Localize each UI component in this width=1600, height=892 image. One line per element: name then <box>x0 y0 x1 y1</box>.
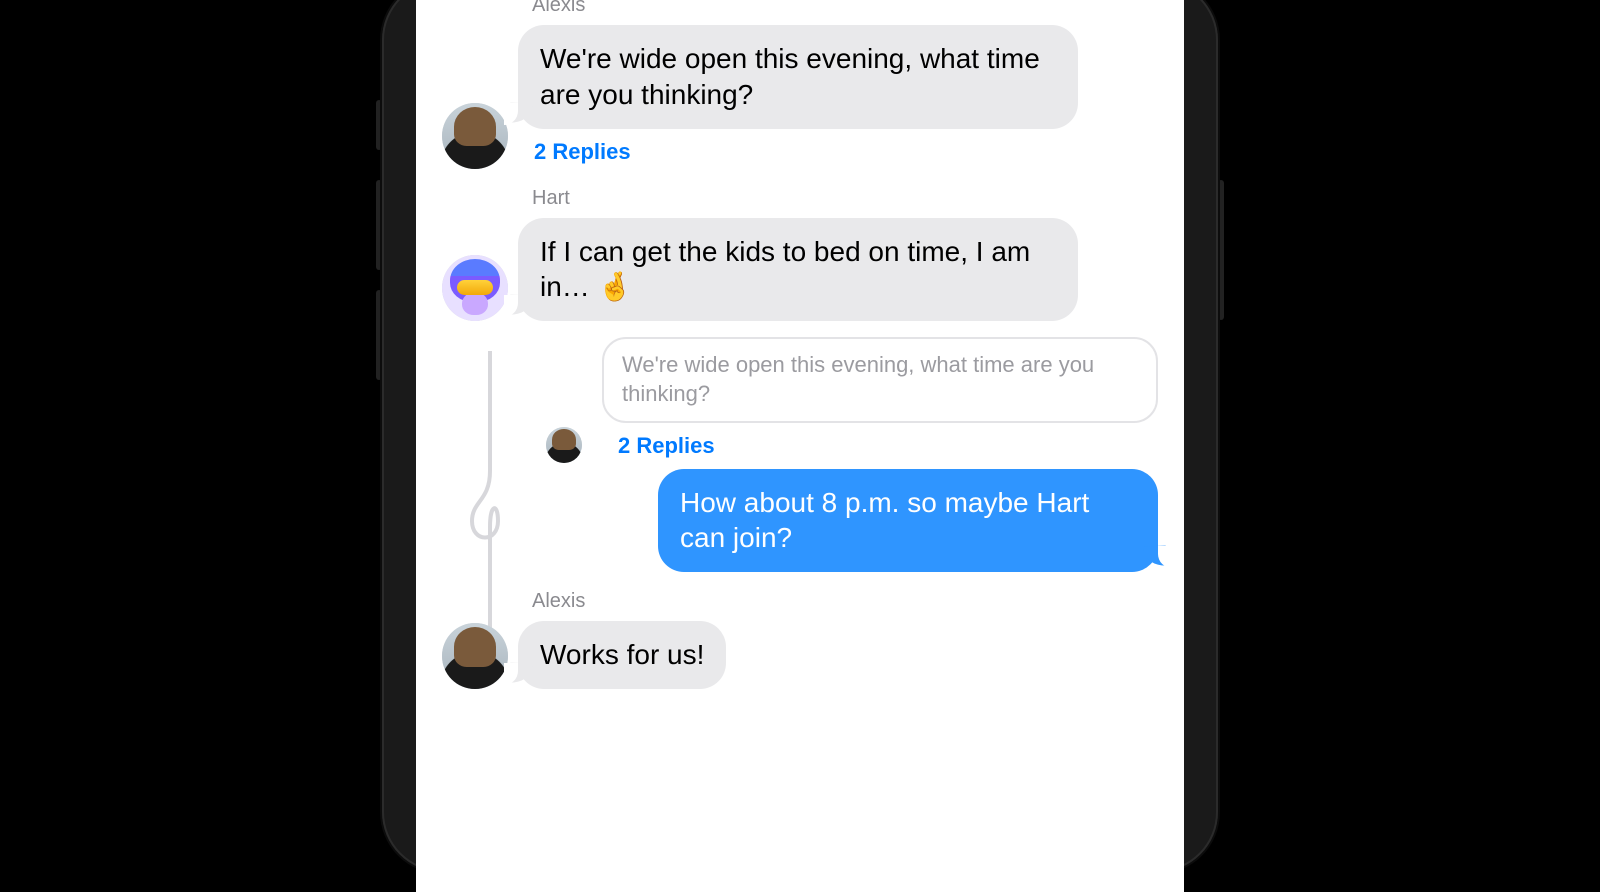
avatar[interactable] <box>546 427 582 463</box>
message-bubble[interactable]: We're wide open this evening, what time … <box>518 25 1078 129</box>
message-text: We're wide open this evening, what time … <box>622 352 1094 406</box>
message-row[interactable]: How about 8 p.m. so maybe Hart can join? <box>502 463 1184 579</box>
phone-frame: No plans here. Can't wait to catch up! A… <box>382 0 1218 872</box>
avatar[interactable] <box>442 623 508 689</box>
replies-link[interactable]: 2 Replies <box>534 139 1078 165</box>
avatar-icon <box>546 427 582 463</box>
message-text: How about 8 p.m. so maybe Hart can join? <box>680 487 1089 554</box>
message-text: If I can get the kids to bed on time, I … <box>540 236 1030 303</box>
messages-screen[interactable]: No plans here. Can't wait to catch up! A… <box>416 0 1184 892</box>
replies-link[interactable]: 2 Replies <box>618 433 1158 459</box>
sender-name: Alexis <box>532 590 726 613</box>
avatar[interactable] <box>442 103 508 169</box>
memoji-icon <box>442 255 508 321</box>
quoted-message-bubble[interactable]: We're wide open this evening, what time … <box>602 337 1158 422</box>
message-bubble[interactable]: Works for us! <box>518 621 726 689</box>
quoted-message-row[interactable]: We're wide open this evening, what time … <box>546 337 1158 462</box>
sender-name: Hart <box>532 187 1078 210</box>
message-row[interactable]: Alexis We're wide open this evening, wha… <box>416 0 1184 175</box>
inline-reply-thread[interactable]: We're wide open this evening, what time … <box>416 337 1184 578</box>
conversation-thread[interactable]: No plans here. Can't wait to catch up! A… <box>416 0 1184 892</box>
avatar-icon <box>442 623 508 689</box>
avatar-icon <box>442 103 508 169</box>
message-row[interactable]: Hart If I can get the kids to bed on tim… <box>416 175 1184 328</box>
message-text: Works for us! <box>540 639 704 670</box>
sender-name: Alexis <box>532 0 1078 17</box>
message-text: We're wide open this evening, what time … <box>540 43 1040 110</box>
message-bubble[interactable]: If I can get the kids to bed on time, I … <box>518 218 1078 322</box>
message-bubble-outgoing[interactable]: How about 8 p.m. so maybe Hart can join? <box>658 469 1158 573</box>
message-row[interactable]: Alexis Works for us! <box>416 578 1184 695</box>
avatar[interactable] <box>442 255 508 321</box>
phone-power-button <box>1218 180 1224 320</box>
